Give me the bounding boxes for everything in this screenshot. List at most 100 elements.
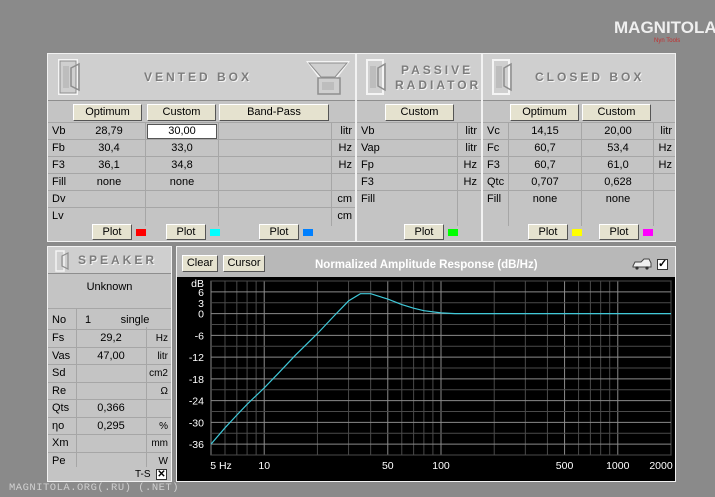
vented-custom-value[interactable]: none — [148, 174, 216, 191]
speaker-param-label: Qts — [52, 402, 70, 414]
x-tick-label: 5 Hz — [210, 460, 232, 472]
y-tick-label: -30 — [189, 417, 204, 429]
closed-box-header: CLOSED BOX — [483, 54, 675, 101]
passive-radiator-title-line1: PASSIVE — [401, 63, 474, 77]
speaker-param-value[interactable]: 47,00 — [78, 348, 144, 365]
speaker-param-unit — [146, 400, 168, 417]
passive-unit: litr — [465, 125, 477, 137]
closed-optimum-button[interactable]: Optimum — [510, 104, 579, 121]
speaker-mode-select[interactable]: single — [100, 312, 170, 329]
vented-bandpass-button[interactable]: Band-Pass — [219, 104, 329, 121]
passive-param-label: Vap — [361, 142, 380, 154]
vented-plot-button[interactable]: Plot — [92, 224, 132, 240]
vented-custom-button[interactable]: Custom — [147, 104, 216, 121]
vented-unit: cm — [337, 193, 352, 205]
speaker-param-value[interactable] — [78, 453, 144, 470]
closed-unit: litr — [660, 125, 672, 137]
app-logo: MAGNITOLA Nyn Tools — [614, 18, 715, 48]
passive-radiator-header: PASSIVE RADIATOR — [357, 54, 481, 101]
closed-optimum-value: 0,707 — [531, 176, 559, 188]
speaker-param-unit: W — [158, 455, 168, 467]
speaker-param-value[interactable]: 0,295 — [78, 418, 144, 435]
speaker-param-value[interactable] — [78, 365, 144, 382]
speaker-param-value[interactable]: 0,366 — [78, 400, 144, 417]
x-tick-label: 500 — [556, 460, 574, 472]
vented-unit: litr — [340, 125, 352, 137]
overlay-checkbox[interactable]: ✓ — [657, 259, 668, 270]
vented-plot-color-swatch — [210, 229, 220, 236]
speaker-param-label: Pe — [52, 454, 66, 467]
speaker-name[interactable]: Unknown — [48, 279, 171, 295]
passive-unit: litr — [465, 142, 477, 154]
vented-optimum-value: 30,4 — [98, 142, 120, 154]
closed-plot-2: Plot — [599, 224, 653, 240]
vented-plot-button[interactable]: Plot — [259, 224, 299, 240]
speaker-param-value[interactable] — [78, 435, 144, 452]
closed-custom-value[interactable]: none — [583, 191, 653, 208]
vented-optimum-value: 28,79 — [95, 125, 123, 137]
closed-custom-value[interactable]: 20,00 — [583, 123, 653, 140]
passive-unit: Hz — [463, 159, 477, 171]
vented-plot-2: Plot — [166, 224, 220, 240]
closed-custom-value[interactable]: 0,628 — [583, 174, 653, 191]
y-tick-label: -18 — [189, 374, 204, 386]
closed-optimum-value: 60,7 — [534, 159, 556, 171]
closed-optimum-value: 14,15 — [531, 125, 559, 137]
closed-custom-value[interactable]: 61,0 — [583, 157, 653, 174]
y-tick-label: 0 — [198, 309, 204, 321]
vented-custom-value[interactable] — [148, 191, 216, 208]
graph-panel: Clear Cursor Normalized Amplitude Respon… — [176, 246, 676, 482]
car-icon[interactable] — [631, 258, 653, 270]
vented-optimum-value: 36,1 — [98, 159, 120, 171]
vented-custom-value[interactable]: 33,0 — [148, 140, 216, 157]
speaker-param-label: Vas — [52, 349, 71, 362]
clear-button[interactable]: Clear — [182, 255, 218, 272]
speaker-param-unit: Ω — [160, 385, 168, 397]
chart-area: dB 6 3 0 -6 -12 -18 -24 -30 -36 5 Hz 10 50 100 500 1000… — [177, 277, 675, 481]
passive-custom-button[interactable]: Custom — [385, 104, 454, 121]
cursor-button[interactable]: Cursor — [223, 255, 265, 272]
passive-plot-button[interactable]: Plot — [404, 224, 444, 240]
vented-optimum-value: none — [96, 176, 122, 188]
x-tick-label: 10 — [258, 460, 270, 472]
response-chart[interactable]: dB630-6-12-18-24-30-365 Hz 10 50 100 500 1000… — [177, 277, 675, 481]
vented-custom-value[interactable]: 30,00 — [148, 123, 216, 140]
ts-checkbox[interactable]: ✕ — [156, 469, 167, 480]
y-tick-label: -12 — [189, 352, 204, 364]
speaker-param-unit: cm2 — [149, 368, 168, 379]
vented-optimum-button[interactable]: Optimum — [73, 104, 142, 121]
vented-plot-3: Plot — [259, 224, 313, 240]
speaker-param-value[interactable] — [78, 383, 144, 400]
speaker-param-unit: mm — [151, 438, 168, 449]
vented-plot-1: Plot — [92, 224, 146, 240]
speaker-param-label: Re — [52, 384, 67, 397]
closed-unit: Hz — [658, 142, 672, 154]
closed-plot-button[interactable]: Plot — [599, 224, 639, 240]
closed-optimum-value: 60,7 — [534, 142, 556, 154]
vented-unit: Hz — [338, 142, 352, 154]
closed-optimum-value: none — [532, 193, 558, 205]
vented-plot-button[interactable]: Plot — [166, 224, 206, 240]
speaker-panel: SPEAKER Unknown No 1 single T-S ✕ Fs 29,2… — [47, 246, 172, 482]
closed-plot-button[interactable]: Plot — [528, 224, 568, 240]
logo-subtitle: Nyn Tools — [654, 38, 681, 44]
closed-custom-button[interactable]: Custom — [582, 104, 651, 121]
speaker-param-unit: litr — [157, 350, 168, 362]
closed-custom-value[interactable]: 53,4 — [583, 140, 653, 157]
vented-unit: Hz — [338, 159, 352, 171]
speaker-cabinet-icon — [58, 59, 80, 95]
speaker-cabinet-icon — [492, 59, 512, 95]
speaker-cabinet-icon — [366, 59, 386, 95]
passive-unit — [449, 191, 477, 208]
speaker-param-label: Sd — [52, 367, 66, 379]
closed-box-title: CLOSED BOX — [535, 70, 645, 84]
speaker-param-value[interactable]: 29,2 — [78, 330, 144, 347]
closed-unit — [651, 191, 672, 208]
footer-text: MAGNITOLA.ORG(.RU) (.NET) — [9, 482, 180, 494]
vented-plot-color-swatch — [136, 229, 146, 236]
vented-custom-value[interactable]: 34,8 — [148, 157, 216, 174]
speaker-no-value[interactable]: 1 — [78, 312, 98, 329]
passive-param-label: Fp — [361, 159, 374, 171]
speaker-header: SPEAKER — [48, 247, 171, 274]
vented-custom-value[interactable] — [148, 208, 216, 225]
